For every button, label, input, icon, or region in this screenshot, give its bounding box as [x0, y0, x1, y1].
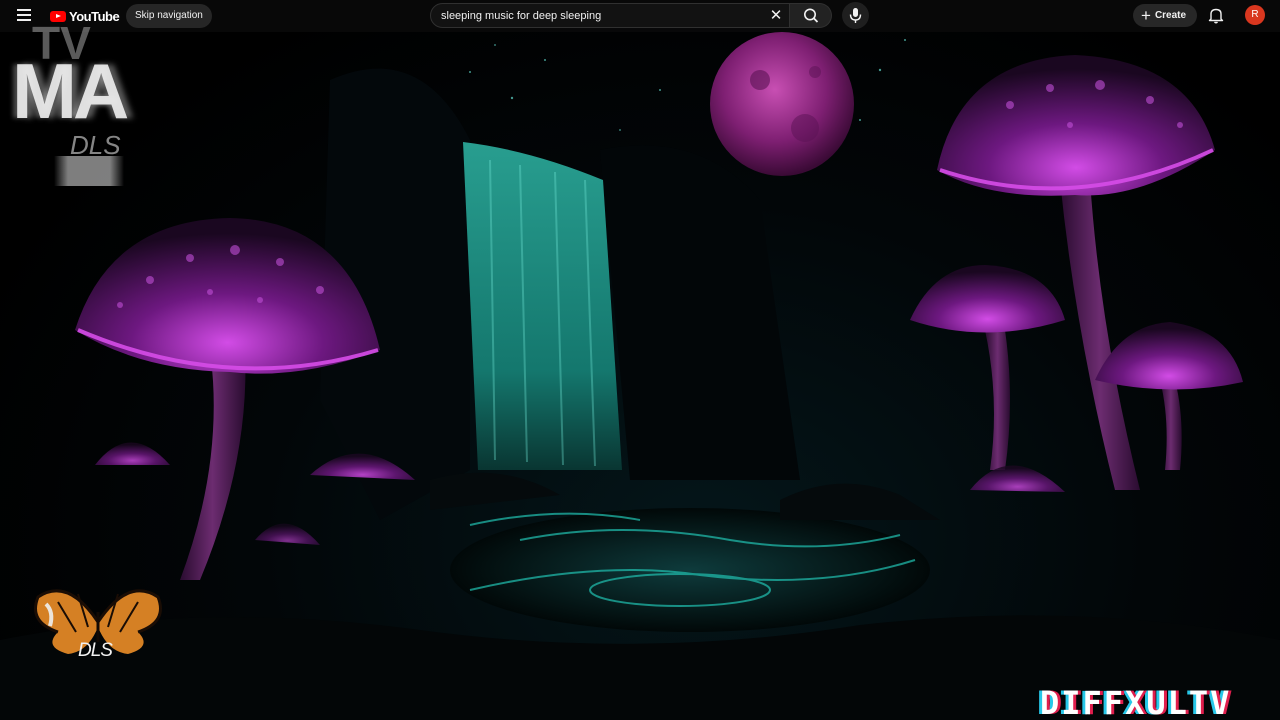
create-button[interactable]: + Create	[1133, 4, 1197, 27]
skip-navigation-button[interactable]: Skip navigation	[126, 4, 212, 28]
youtube-logo[interactable]: YouTube	[50, 8, 120, 24]
notifications-button[interactable]	[1206, 5, 1226, 25]
close-icon[interactable]: ✕	[767, 7, 785, 25]
youtube-logo-icon	[50, 10, 66, 22]
search-button[interactable]	[790, 3, 832, 28]
voice-search-button[interactable]	[842, 2, 869, 29]
waterfall	[463, 142, 622, 470]
search-icon	[804, 8, 819, 23]
create-label: Create	[1154, 10, 1187, 21]
microphone-icon	[849, 8, 862, 23]
butterfly-label: DLS	[78, 640, 113, 661]
menu-icon[interactable]	[14, 6, 34, 26]
logo-text: YouTube	[69, 8, 120, 24]
moon	[710, 32, 854, 176]
avatar[interactable]: R	[1245, 5, 1265, 25]
video-frame	[0, 32, 1280, 720]
brand-watermark: DIFFXULTV	[1040, 684, 1232, 720]
search-box: ✕	[430, 3, 790, 28]
water-pool	[450, 508, 930, 632]
bell-icon	[1208, 8, 1224, 24]
video-player[interactable]	[0, 0, 1280, 720]
search-input[interactable]	[441, 4, 761, 27]
masthead: YouTube Skip navigation ✕ + Create R	[0, 0, 1280, 32]
plus-icon: +	[1141, 6, 1151, 25]
